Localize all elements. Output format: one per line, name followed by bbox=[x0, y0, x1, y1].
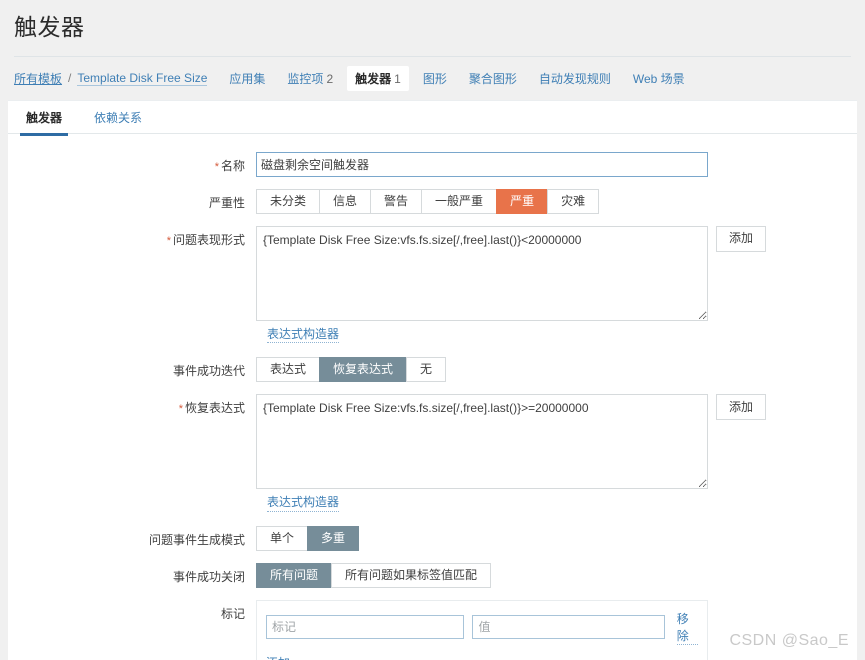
page-title: 触发器 bbox=[14, 14, 85, 40]
recovery-expression-constructor-row: 表达式构造器 bbox=[8, 495, 857, 512]
nav-label: 监控项 bbox=[287, 71, 324, 86]
required-asterisk: * bbox=[214, 160, 219, 173]
breadcrumb-all-templates[interactable]: 所有模板 bbox=[14, 70, 62, 87]
severity-option-warning[interactable]: 警告 bbox=[370, 188, 422, 214]
form-row-problem-expression: *问题表现形式 添加 bbox=[8, 225, 857, 321]
ok-closes-option-tag-match[interactable]: 所有问题如果标签值匹配 bbox=[331, 562, 492, 588]
recovery-expression-constructor-link[interactable]: 表达式构造器 bbox=[267, 495, 340, 512]
nav-label: Web 场景 bbox=[632, 71, 685, 86]
form-row-recovery-expression: *恢复表达式 添加 bbox=[8, 394, 857, 490]
ok-event-closes-label: 事件成功关闭 bbox=[172, 569, 245, 584]
nav-label: 聚合图形 bbox=[468, 71, 517, 86]
nav-label: 应用集 bbox=[229, 71, 266, 86]
tag-row: 移除 bbox=[266, 610, 699, 645]
recovery-expression-textarea[interactable] bbox=[256, 394, 708, 490]
form-row-problem-event-generation-mode: 问题事件生成模式 单个 多重 bbox=[8, 525, 857, 551]
form-row-tags: 标记 移除 添加 bbox=[8, 599, 857, 660]
ok-event-option-none[interactable]: 无 bbox=[406, 357, 447, 383]
tab-trigger[interactable]: 触发器 bbox=[19, 101, 69, 136]
severity-option-high[interactable]: 严重 bbox=[496, 188, 548, 214]
nav-item-graphs[interactable]: 图形 bbox=[423, 70, 447, 87]
form-row-ok-event-closes: 事件成功关闭 所有问题 所有问题如果标签值匹配 bbox=[8, 562, 857, 588]
watermark: CSDN @Sao_E bbox=[729, 632, 849, 649]
problem-event-generation-mode-button-group: 单个 多重 bbox=[256, 525, 360, 551]
tab-dependencies[interactable]: 依赖关系 bbox=[90, 101, 146, 135]
event-mode-option-multiple[interactable]: 多重 bbox=[307, 525, 360, 551]
problem-expression-add-button[interactable]: 添加 bbox=[716, 225, 767, 252]
ok-event-generation-button-group: 表达式 恢复表达式 无 bbox=[256, 357, 447, 383]
severity-label: 严重性 bbox=[208, 195, 245, 210]
content-card: 触发器 依赖关系 * 名称 磁盘剩余空间触发器 严重性 未分类 信息 警告 一般… bbox=[8, 99, 857, 660]
tags-panel: 移除 添加 bbox=[256, 599, 708, 660]
ok-event-closes-button-group: 所有问题 所有问题如果标签值匹配 bbox=[256, 562, 492, 588]
severity-option-disaster[interactable]: 灾难 bbox=[547, 188, 600, 214]
severity-option-average[interactable]: 一般严重 bbox=[421, 188, 497, 214]
ok-closes-option-all-problems[interactable]: 所有问题 bbox=[256, 562, 332, 588]
nav-item-discovery-rules[interactable]: 自动发现规则 bbox=[539, 70, 611, 87]
tags-label: 标记 bbox=[220, 606, 245, 621]
nav-item-applications[interactable]: 应用集 bbox=[229, 70, 265, 87]
ok-event-generation-label: 事件成功迭代 bbox=[172, 364, 245, 379]
nav-item-screens[interactable]: 聚合图形 bbox=[469, 70, 517, 87]
recovery-expression-label: * 恢复表达式 bbox=[178, 401, 245, 416]
name-input[interactable]: 磁盘剩余空间触发器 bbox=[256, 151, 708, 177]
ok-event-option-expression[interactable]: 表达式 bbox=[256, 357, 320, 383]
breadcrumb: 所有模板 / Template Disk Free Size 应用集 监控项 2 … bbox=[0, 57, 865, 100]
trigger-form: * 名称 磁盘剩余空间触发器 严重性 未分类 信息 警告 一般严重 严重 灾难 … bbox=[8, 134, 857, 660]
event-mode-option-single[interactable]: 单个 bbox=[256, 525, 308, 551]
required-asterisk: * bbox=[178, 403, 183, 416]
tag-add-link[interactable]: 添加 bbox=[266, 656, 290, 660]
tag-remove-link[interactable]: 移除 bbox=[676, 610, 699, 645]
nav-item-triggers[interactable]: 触发器 1 bbox=[347, 65, 409, 91]
problem-event-generation-mode-label: 问题事件生成模式 bbox=[148, 532, 245, 547]
ok-event-option-recovery-expression[interactable]: 恢复表达式 bbox=[319, 357, 407, 383]
tag-key-input[interactable] bbox=[266, 615, 465, 640]
name-label: * 名称 bbox=[214, 158, 245, 173]
form-row-ok-event-generation: 事件成功迭代 表达式 恢复表达式 无 bbox=[8, 357, 857, 383]
severity-option-not-classified[interactable]: 未分类 bbox=[256, 188, 320, 214]
app-window: 触发器 所有模板 / Template Disk Free Size 应用集 监… bbox=[0, 0, 865, 660]
severity-option-information[interactable]: 信息 bbox=[319, 188, 371, 214]
nav-label: 图形 bbox=[422, 71, 447, 86]
required-asterisk: * bbox=[166, 234, 171, 247]
nav-label: 自动发现规则 bbox=[538, 71, 611, 86]
tab-bar: 触发器 依赖关系 bbox=[8, 100, 857, 136]
nav-item-items[interactable]: 监控项 2 bbox=[287, 70, 333, 87]
breadcrumb-separator: / bbox=[68, 71, 72, 86]
form-row-name: * 名称 磁盘剩余空间触发器 bbox=[8, 151, 857, 177]
problem-expression-constructor-row: 表达式构造器 bbox=[8, 327, 857, 344]
tag-value-input[interactable] bbox=[472, 615, 665, 640]
problem-expression-textarea[interactable] bbox=[256, 225, 708, 321]
severity-button-group: 未分类 信息 警告 一般严重 严重 灾难 bbox=[256, 188, 600, 214]
nav-item-web-scenarios[interactable]: Web 场景 bbox=[633, 70, 685, 87]
nav-count: 2 bbox=[326, 71, 334, 86]
nav-count: 1 bbox=[394, 71, 401, 86]
problem-expression-label: * 问题表现形式 bbox=[166, 232, 245, 247]
form-row-severity: 严重性 未分类 信息 警告 一般严重 严重 灾难 bbox=[8, 188, 857, 214]
breadcrumb-template-name[interactable]: Template Disk Free Size bbox=[77, 71, 208, 86]
nav-label: 触发器 bbox=[355, 71, 392, 86]
problem-expression-constructor-link[interactable]: 表达式构造器 bbox=[267, 327, 340, 344]
name-input-value: 磁盘剩余空间触发器 bbox=[261, 157, 370, 172]
recovery-expression-add-button[interactable]: 添加 bbox=[716, 394, 767, 421]
